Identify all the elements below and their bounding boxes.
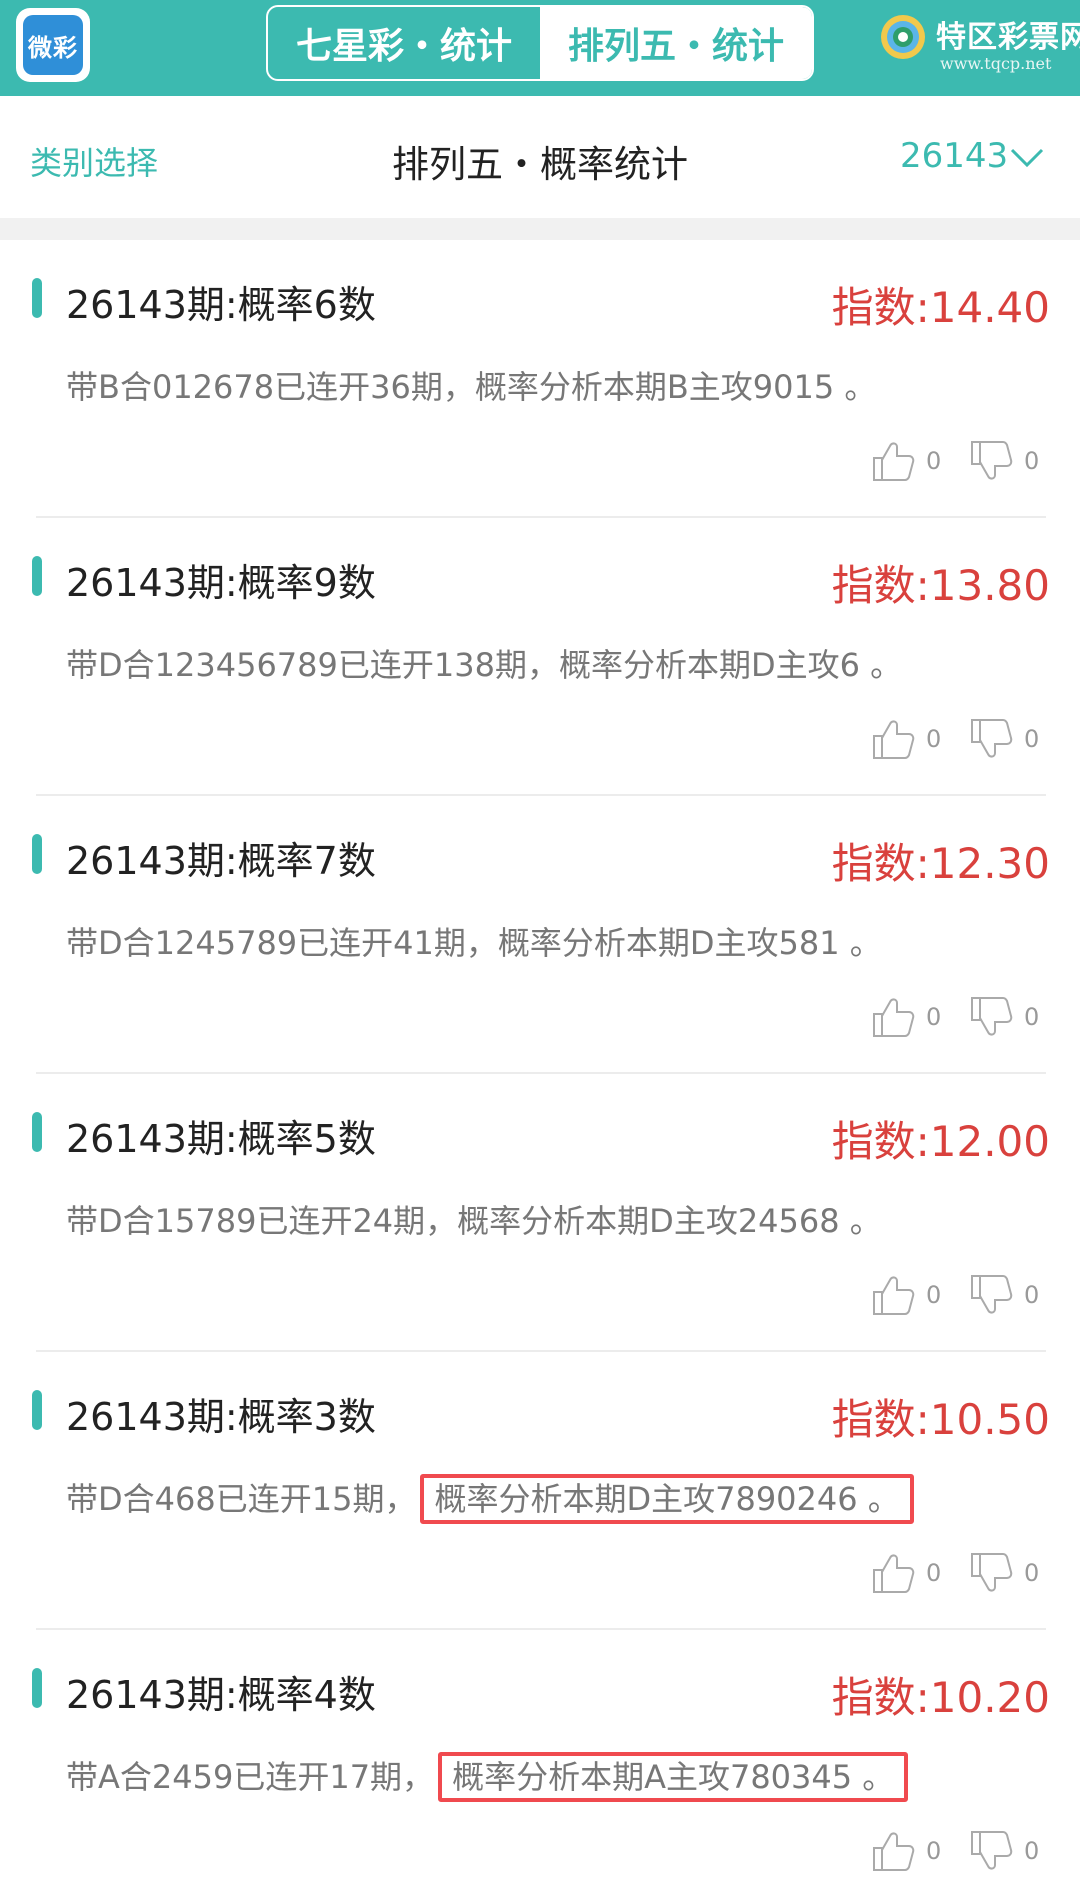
card-title: 26143期:概率3数 [66, 1395, 376, 1439]
accent-bar [32, 1112, 42, 1152]
brand-logo: 特区彩票网 www.tqcp.net [876, 10, 1080, 80]
issue-select[interactable]: 26143 [900, 136, 1008, 176]
desc-analysis: 概率分析本期D主攻6 。 [558, 646, 903, 684]
thumbs-down-icon [971, 1275, 1013, 1314]
accent-bar [32, 1390, 42, 1430]
top-bar: 微彩 七星彩・统计 排列五・统计 特区彩票网 www.tqcp.net [0, 0, 1080, 96]
dislike-button[interactable]: 0 [968, 716, 1039, 762]
tab-qixingcai-stats[interactable]: 七星彩・统计 [268, 7, 540, 79]
desc-analysis: 概率分析本期B主攻9015 。 [474, 368, 877, 406]
like-button[interactable]: 0 [870, 438, 941, 484]
thumbs-down-icon [971, 441, 1013, 480]
stat-card: 26143期:概率3数 指数:10.50 带D合468已连开15期， 概率分析本期… [0, 1352, 1080, 1630]
stat-card: 26143期:概率6数 指数:14.40 带B合012678已连开36期，概率分… [0, 240, 1080, 518]
dislike-count: 0 [1024, 447, 1040, 475]
card-title: 26143期:概率9数 [66, 561, 376, 605]
desc-prefix: 带A合2459已连开17期， [66, 1758, 435, 1796]
thumbs-up-icon [873, 442, 915, 481]
sub-header: 类别选择 排列五・概率统计 26143 [0, 96, 1080, 218]
card-description: 带D合468已连开15期， 概率分析本期D主攻7890246 。 [66, 1474, 914, 1524]
like-button[interactable]: 0 [870, 716, 941, 762]
thumbs-up-icon [873, 998, 915, 1037]
desc-prefix: 带D合123456789已连开138期， [66, 646, 559, 684]
dislike-button[interactable]: 0 [968, 1550, 1039, 1596]
dislike-count: 0 [1024, 1837, 1040, 1865]
tab-pailiewu-stats[interactable]: 排列五・统计 [540, 7, 812, 79]
section-gap [0, 218, 1080, 240]
stat-card: 26143期:概率9数 指数:13.80 带D合123456789已连开138期… [0, 518, 1080, 796]
chevron-down-icon[interactable] [1010, 148, 1044, 168]
thumbs-up-icon [873, 1276, 915, 1315]
card-index: 指数:12.30 [831, 839, 1050, 888]
dislike-count: 0 [1024, 1003, 1040, 1031]
accent-bar [32, 1668, 42, 1708]
like-button[interactable]: 0 [870, 1828, 941, 1874]
app-logo[interactable]: 微彩 [16, 8, 90, 82]
card-title: 26143期:概率6数 [66, 283, 376, 327]
desc-analysis-highlighted: 概率分析本期A主攻780345 。 [438, 1752, 909, 1802]
accent-bar [32, 278, 42, 318]
accent-bar [32, 556, 42, 596]
desc-prefix: 带B合012678已连开36期， [66, 368, 475, 406]
desc-prefix: 带D合15789已连开24期， [66, 1202, 458, 1240]
card-title: 26143期:概率5数 [66, 1117, 376, 1161]
dislike-count: 0 [1024, 1559, 1040, 1587]
thumbs-down-icon [971, 719, 1013, 758]
like-count: 0 [926, 447, 942, 475]
card-title: 26143期:概率7数 [66, 839, 376, 883]
thumbs-up-icon [873, 1554, 915, 1593]
app-logo-text: 微彩 [23, 15, 83, 75]
thumbs-down-icon [971, 1831, 1013, 1870]
like-button[interactable]: 0 [870, 994, 941, 1040]
like-count: 0 [926, 1559, 942, 1587]
card-index: 指数:14.40 [831, 283, 1050, 332]
like-count: 0 [926, 1837, 942, 1865]
dislike-count: 0 [1024, 725, 1040, 753]
dislike-button[interactable]: 0 [968, 438, 1039, 484]
dislike-button[interactable]: 0 [968, 994, 1039, 1040]
like-button[interactable]: 0 [870, 1272, 941, 1318]
desc-analysis-highlighted: 概率分析本期D主攻7890246 。 [420, 1474, 914, 1524]
dislike-count: 0 [1024, 1281, 1040, 1309]
like-count: 0 [926, 1281, 942, 1309]
card-description: 带D合15789已连开24期，概率分析本期D主攻24568 。 [66, 1196, 882, 1242]
desc-analysis: 概率分析本期D主攻581 。 [497, 924, 882, 962]
brand-swirl-icon [881, 15, 925, 59]
card-description: 带D合1245789已连开41期，概率分析本期D主攻581 。 [66, 918, 882, 964]
card-index: 指数:10.50 [831, 1395, 1050, 1444]
stat-card: 26143期:概率5数 指数:12.00 带D合15789已连开24期，概率分析… [0, 1074, 1080, 1352]
thumbs-up-icon [873, 1832, 915, 1871]
stat-card: 26143期:概率4数 指数:10.20 带A合2459已连开17期， 概率分析本… [0, 1630, 1080, 1904]
like-count: 0 [926, 725, 942, 753]
dislike-button[interactable]: 0 [968, 1828, 1039, 1874]
card-description: 带B合012678已连开36期，概率分析本期B主攻9015 。 [66, 362, 876, 408]
card-description: 带D合123456789已连开138期，概率分析本期D主攻6 。 [66, 640, 902, 686]
thumbs-down-icon [971, 997, 1013, 1036]
thumbs-down-icon [971, 1553, 1013, 1592]
card-index: 指数:12.00 [831, 1117, 1050, 1166]
like-button[interactable]: 0 [870, 1550, 941, 1596]
card-title: 26143期:概率4数 [66, 1673, 376, 1717]
brand-name: 特区彩票网 [936, 20, 1080, 55]
brand-url: www.tqcp.net [940, 54, 1052, 73]
like-count: 0 [926, 1003, 942, 1031]
lottery-tab-switcher: 七星彩・统计 排列五・统计 [266, 5, 814, 81]
desc-prefix: 带D合468已连开15期， [66, 1480, 417, 1518]
desc-prefix: 带D合1245789已连开41期， [66, 924, 498, 962]
card-index: 指数:10.20 [831, 1673, 1050, 1722]
card-index: 指数:13.80 [831, 561, 1050, 610]
card-description: 带A合2459已连开17期， 概率分析本期A主攻780345 。 [66, 1752, 909, 1802]
stat-card: 26143期:概率7数 指数:12.30 带D合1245789已连开41期，概率… [0, 796, 1080, 1074]
thumbs-up-icon [873, 720, 915, 759]
accent-bar [32, 834, 42, 874]
dislike-button[interactable]: 0 [968, 1272, 1039, 1318]
desc-analysis: 概率分析本期D主攻24568 。 [457, 1202, 882, 1240]
